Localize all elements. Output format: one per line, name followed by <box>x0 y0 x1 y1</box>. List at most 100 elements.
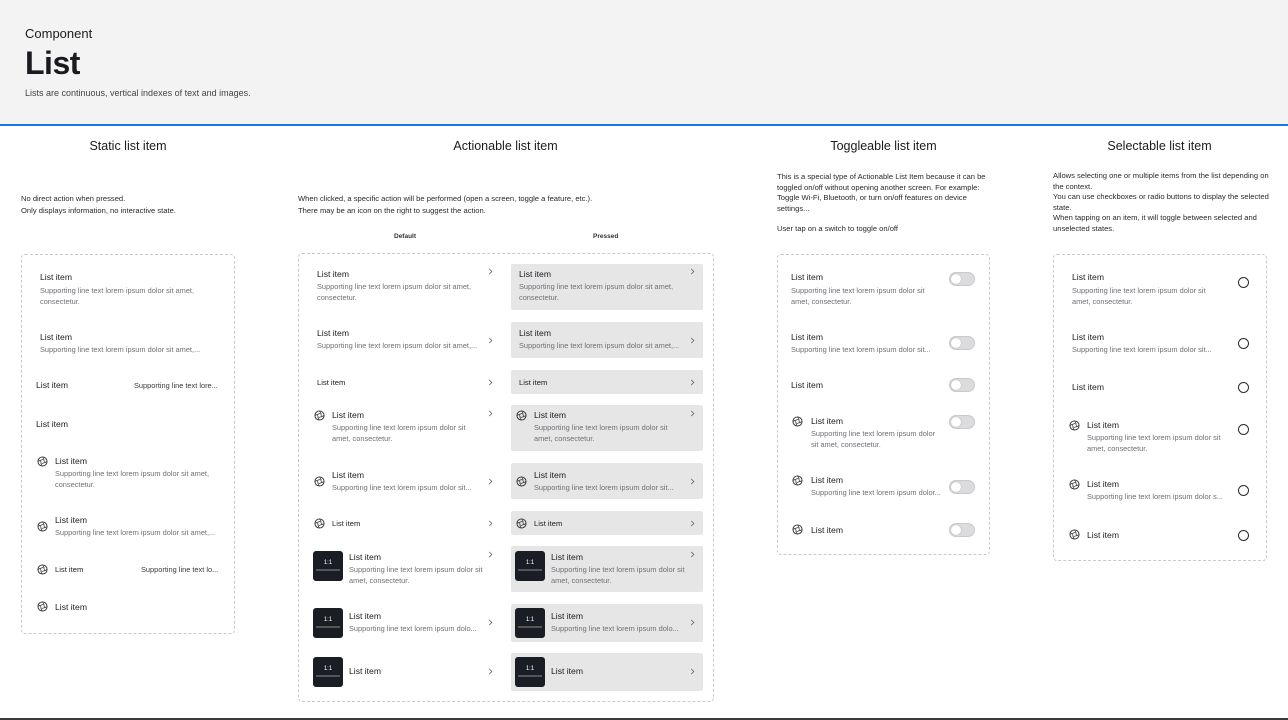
radio-button[interactable] <box>1238 530 1249 541</box>
aperture-icon <box>792 416 803 427</box>
supporting-text: Supporting line text lorem ipsum dolor s… <box>519 282 674 302</box>
actionable-list-item[interactable]: List item Supporting line text lorem ips… <box>310 264 500 310</box>
toggle-switch[interactable] <box>949 378 975 392</box>
list-item-label: List item <box>332 470 364 480</box>
supporting-text: Supporting line text lorem ipsum dolor s… <box>40 286 195 306</box>
thumbnail-ratio: 1:1 <box>323 666 333 672</box>
static-desc-line-2: Only displays information, no interactiv… <box>21 206 176 215</box>
selectable-desc-line-1: Allows selecting one or multiple items f… <box>1053 171 1269 191</box>
actionable-list-item-pressed[interactable]: List item <box>511 511 703 535</box>
chevron-right-icon <box>690 337 695 344</box>
actionable-list-item-pressed[interactable]: 1:1 List item Supporting line text lorem… <box>511 546 703 592</box>
supporting-text: Supporting line text lorem ipsum dolor s… <box>519 341 680 350</box>
supporting-text: Supporting line text lorem ipsum dolor s… <box>55 528 216 537</box>
chevron-right-icon <box>488 619 493 626</box>
aperture-icon <box>314 410 325 421</box>
actionable-list-item[interactable]: List item Supporting line text lorem ips… <box>310 405 500 451</box>
aperture-icon <box>516 476 527 487</box>
list-item-label: List item <box>534 410 566 420</box>
aperture-icon <box>37 456 48 467</box>
actionable-section-description: When clicked, a specific action will be … <box>298 193 718 217</box>
supporting-text: Supporting line text lorem ipsum dolor s… <box>332 483 472 492</box>
list-item-label: List item <box>40 332 72 342</box>
image-thumbnail: 1:1 <box>515 657 545 687</box>
actionable-list-item-pressed[interactable]: List item Supporting line text lorem ips… <box>511 264 703 310</box>
supporting-text: Supporting line text lorem ipsum dolor s… <box>811 429 936 449</box>
list-item-label: List item <box>519 378 548 387</box>
actionable-section-title: Actionable list item <box>453 139 558 153</box>
toggleable-desc-spacer <box>777 214 989 224</box>
actionable-list-item-pressed[interactable]: List item Supporting line text lorem ips… <box>511 405 703 451</box>
actionable-list-item-pressed[interactable]: List item <box>511 370 703 394</box>
toggle-knob <box>951 274 961 284</box>
list-item-label: List item <box>534 519 563 528</box>
list-item-label: List item <box>811 475 843 485</box>
actionable-list-item-pressed[interactable]: List item Supporting line text lorem ips… <box>511 463 703 499</box>
list-item-label: List item <box>55 565 84 574</box>
list-item-label: List item <box>332 519 361 528</box>
actionable-list-item[interactable]: List item Supporting line text lorem ips… <box>310 322 500 358</box>
aperture-icon <box>792 475 803 486</box>
list-item-label: List item <box>317 378 346 387</box>
image-thumbnail: 1:1 <box>515 608 545 638</box>
toggle-switch[interactable] <box>949 272 975 286</box>
actionable-list-item[interactable]: List item <box>310 511 500 535</box>
chevron-right-icon <box>488 410 493 417</box>
supporting-text: Supporting line text lorem ipsum dolor s… <box>534 483 674 492</box>
chevron-right-icon <box>690 268 695 275</box>
toggleable-section-title: Toggleable list item <box>830 139 937 153</box>
toggle-switch[interactable] <box>949 523 975 537</box>
supporting-text: Supporting line text lorem ipsum dolor..… <box>811 488 941 497</box>
radio-button[interactable] <box>1238 338 1249 349</box>
actionable-list-item-pressed[interactable]: List item Supporting line text lorem ips… <box>511 322 703 358</box>
actionable-list-item[interactable]: List item Supporting line text lorem ips… <box>310 463 500 499</box>
list-item-label: List item <box>551 552 583 562</box>
actionable-desc-line-1: When clicked, a specific action will be … <box>298 194 593 203</box>
radio-button[interactable] <box>1238 485 1249 496</box>
aperture-icon <box>37 601 48 612</box>
supporting-text: Supporting line text lorem ipsum dolor s… <box>40 345 201 354</box>
actionable-list-item[interactable]: 1:1 List item Supporting line text lorem… <box>310 546 500 592</box>
selectable-desc-line-2: You can use checkboxes or radio buttons … <box>1053 192 1269 212</box>
actionable-list-item[interactable]: 1:1 List item <box>310 653 500 691</box>
chevron-right-icon <box>488 337 493 344</box>
supporting-text: Supporting line text lorem ipsum dolo... <box>349 624 477 633</box>
chevron-right-icon <box>488 478 493 485</box>
supporting-text: Supporting line text lorem ipsum dolor s… <box>1072 286 1206 306</box>
thumbnail-caption-bar <box>518 626 542 628</box>
aperture-icon <box>792 524 803 535</box>
radio-button[interactable] <box>1238 382 1249 393</box>
list-item-label: List item <box>317 269 349 279</box>
toggle-switch[interactable] <box>949 480 975 494</box>
image-thumbnail: 1:1 <box>313 657 343 687</box>
list-item-label: List item <box>1087 479 1119 489</box>
list-item-label: List item <box>55 602 87 612</box>
chevron-right-icon <box>690 478 695 485</box>
image-thumbnail: 1:1 <box>313 608 343 638</box>
radio-button[interactable] <box>1238 424 1249 435</box>
thumbnail-caption-bar <box>316 626 340 628</box>
component-eyebrow: Component <box>25 26 93 41</box>
actionable-list-item[interactable]: List item <box>310 370 500 394</box>
list-item-label: List item <box>811 525 843 535</box>
aperture-icon <box>314 518 325 529</box>
chevron-right-icon <box>690 520 695 527</box>
supporting-text: Supporting line text lorem ipsum dolor s… <box>551 565 685 585</box>
actionable-list-item-pressed[interactable]: 1:1 List item <box>511 653 703 691</box>
actionable-list-item-pressed[interactable]: 1:1 List item Supporting line text lorem… <box>511 604 703 642</box>
toggle-knob <box>951 417 961 427</box>
supporting-text: Supporting line text lorem ipsum dolor s… <box>55 469 210 489</box>
list-item-label: List item <box>36 419 68 429</box>
static-section-description: No direct action when pressed. Only disp… <box>21 193 251 217</box>
radio-button[interactable] <box>1238 277 1249 288</box>
list-item-label: List item <box>55 456 87 466</box>
supporting-text: Supporting line text lorem ipsum dolor s… <box>349 565 483 585</box>
image-thumbnail: 1:1 <box>313 551 343 581</box>
toggle-switch[interactable] <box>949 415 975 429</box>
trailing-supporting-text: Supporting line text lore... <box>134 381 218 390</box>
toggle-switch[interactable] <box>949 336 975 350</box>
static-desc-line-1: No direct action when pressed. <box>21 194 126 203</box>
actionable-list-item[interactable]: 1:1 List item Supporting line text lorem… <box>310 604 500 642</box>
chevron-right-icon <box>488 268 493 275</box>
list-item-label: List item <box>811 416 843 426</box>
